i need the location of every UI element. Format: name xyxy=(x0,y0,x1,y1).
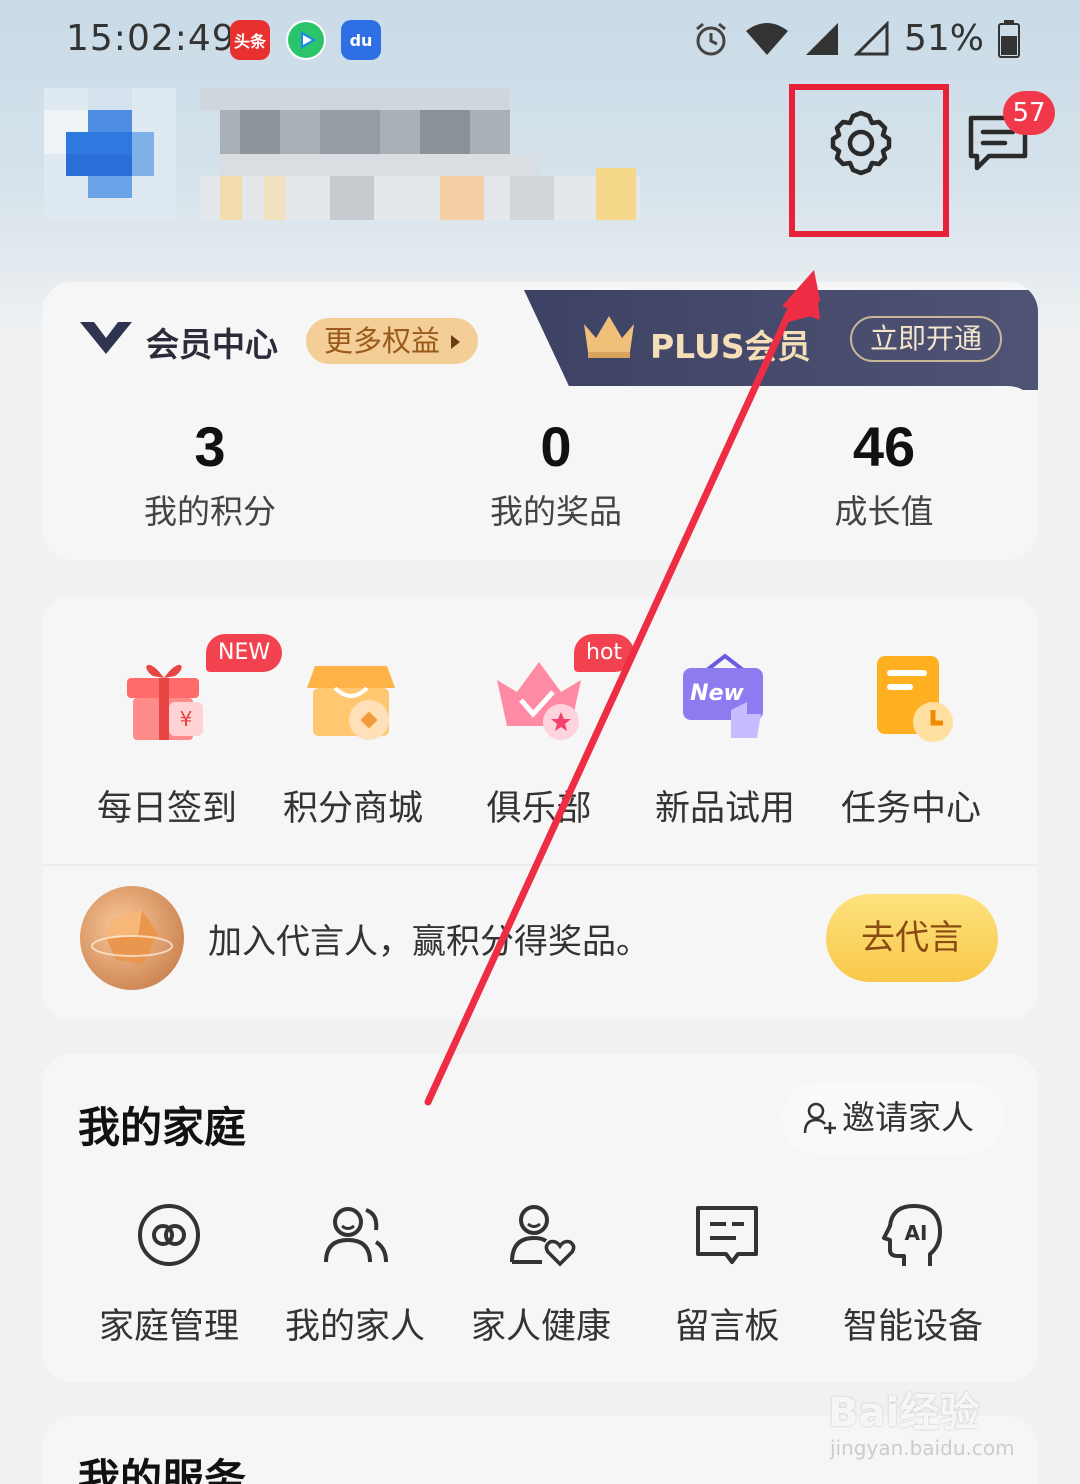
new-product-icon: New xyxy=(683,653,763,738)
family-item-label: 留言板 xyxy=(674,1307,780,1347)
settings-highlight-annotation xyxy=(789,84,949,237)
feature-points-mall[interactable]: 积分商城 xyxy=(260,652,446,831)
signal-icon xyxy=(805,22,838,55)
feature-card: ¥ 每日签到 NEW 积分商城 俱乐部 hot New 新品试用 任务中心 加入… xyxy=(42,596,1038,1020)
gift-icon: ¥ xyxy=(127,664,203,740)
ambassador-badge-icon xyxy=(80,886,184,990)
video-player-icon xyxy=(286,20,326,60)
feature-label: 俱乐部 xyxy=(486,789,592,829)
crown-icon xyxy=(497,662,581,740)
status-time: 15:02:49 xyxy=(66,18,236,59)
status-bar: 15:02:49 头条 du 51% xyxy=(0,0,1080,80)
alarm-icon xyxy=(696,22,726,55)
family-item-label: 我的家人 xyxy=(284,1307,425,1347)
stat-value: 46 xyxy=(852,415,916,478)
ai-device-icon: AI xyxy=(882,1204,942,1266)
crown-icon xyxy=(584,316,634,358)
signal-empty-icon xyxy=(853,20,889,55)
shop-icon xyxy=(307,666,395,740)
hot-tag: hot xyxy=(574,634,635,672)
add-person-icon xyxy=(803,1102,836,1134)
stat-label: 我的积分 xyxy=(144,492,276,531)
wifi-icon xyxy=(745,22,788,55)
more-benefits-button[interactable]: 更多权益 xyxy=(306,318,479,364)
caret-right-icon xyxy=(451,335,461,349)
message-board-icon xyxy=(696,1206,758,1264)
divider xyxy=(42,864,1038,866)
feature-label: 每日签到 xyxy=(96,789,237,829)
battery-percent: 51% xyxy=(903,18,984,59)
stat-prizes[interactable]: 0 我的奖品 xyxy=(426,414,686,533)
svg-text:New: New xyxy=(690,681,744,706)
message-badge: 57 xyxy=(1003,91,1055,135)
family-item-members[interactable]: 我的家人 xyxy=(262,1200,448,1349)
task-icon xyxy=(877,656,953,742)
member-logo-icon xyxy=(80,322,132,354)
battery-icon xyxy=(998,19,1020,58)
stat-value: 3 xyxy=(194,415,226,478)
baidu-icon: du xyxy=(341,20,381,60)
stat-points[interactable]: 3 我的积分 xyxy=(80,414,340,533)
people-icon xyxy=(324,1207,388,1263)
member-card: 会员中心 更多权益 PLUS会员 立即开通 3 我的积分 0 我的奖品 46 成… xyxy=(42,282,1038,560)
family-item-smart-devices[interactable]: AI 智能设备 xyxy=(820,1200,1006,1349)
svg-text:¥: ¥ xyxy=(180,707,193,731)
feature-daily-checkin[interactable]: ¥ 每日签到 xyxy=(74,652,260,831)
family-item-label: 家人健康 xyxy=(470,1307,611,1347)
status-right: 51% xyxy=(692,18,1020,59)
services-title: 我的服务 xyxy=(78,1455,247,1484)
family-card: 我的家庭 邀请家人 家庭管理 我的家人 家人健康 留言板 AI 智能设备 xyxy=(42,1054,1038,1382)
plus-member-title: PLUS会员 xyxy=(650,327,811,366)
family-item-message-board[interactable]: 留言板 xyxy=(634,1200,820,1349)
watermark: Bai经验 xyxy=(828,1390,980,1436)
ambassador-text: 加入代言人，赢积分得奖品。 xyxy=(208,922,650,962)
feature-label: 新品试用 xyxy=(654,789,795,829)
feature-task-center[interactable]: 任务中心 xyxy=(818,652,1004,831)
family-item-health[interactable]: 家人健康 xyxy=(448,1200,634,1349)
stat-label: 成长值 xyxy=(834,492,934,531)
invite-family-button[interactable]: 邀请家人 xyxy=(782,1082,1004,1154)
stat-growth[interactable]: 46 成长值 xyxy=(754,414,1014,533)
username-blurred xyxy=(200,88,640,220)
toutiao-icon: 头条 xyxy=(230,20,270,60)
member-center-title: 会员中心 xyxy=(146,325,278,364)
feature-label: 任务中心 xyxy=(840,789,981,829)
feature-new-product-trial[interactable]: New 新品试用 xyxy=(632,652,818,831)
watermark-url: jingyan.baidu.com xyxy=(830,1436,1015,1460)
avatar[interactable] xyxy=(44,88,176,220)
stat-value: 0 xyxy=(540,415,572,478)
become-ambassador-button[interactable]: 去代言 xyxy=(826,894,998,982)
open-plus-button[interactable]: 立即开通 xyxy=(850,316,1002,362)
svg-text:AI: AI xyxy=(905,1221,928,1245)
stat-label: 我的奖品 xyxy=(490,492,622,531)
feature-club[interactable]: 俱乐部 xyxy=(446,652,632,831)
feature-label: 积分商城 xyxy=(282,789,423,829)
family-item-management[interactable]: 家庭管理 xyxy=(76,1200,262,1349)
family-title: 我的家庭 xyxy=(78,1103,247,1152)
link-icon xyxy=(138,1204,200,1266)
family-item-label: 智能设备 xyxy=(842,1307,983,1347)
family-item-label: 家庭管理 xyxy=(98,1307,239,1347)
health-icon xyxy=(510,1205,576,1267)
